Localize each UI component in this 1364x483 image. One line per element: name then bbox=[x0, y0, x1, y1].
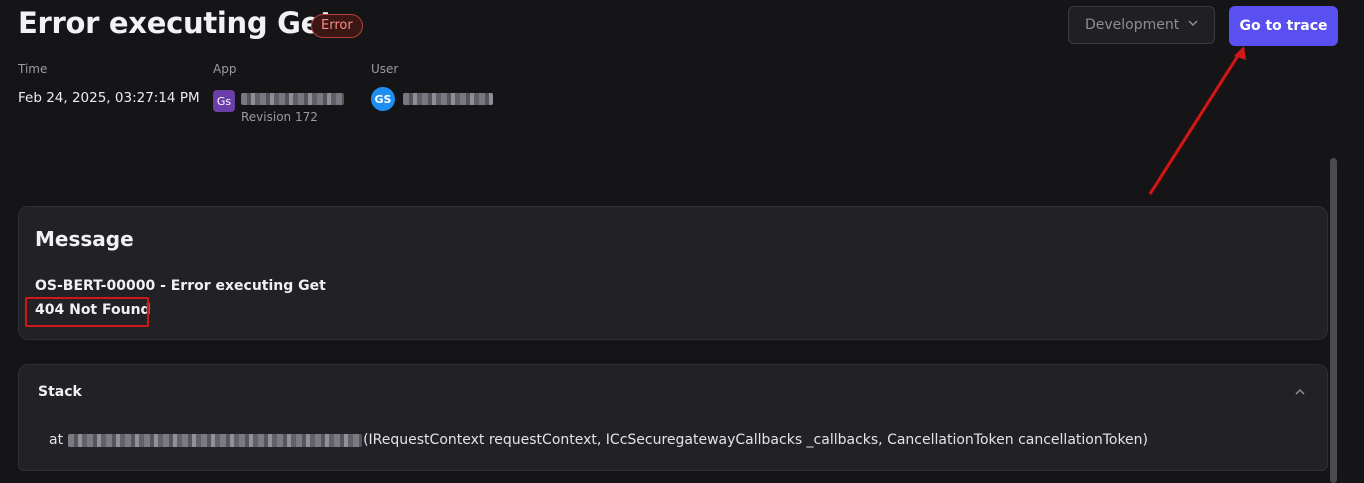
user-avatar: GS bbox=[371, 87, 395, 111]
message-card: Message OS-BERT-00000 - Error executing … bbox=[18, 206, 1328, 340]
message-text-line1: OS-BERT-00000 - Error executing Get bbox=[35, 278, 326, 294]
environment-value: Development bbox=[1085, 17, 1180, 33]
message-heading: Message bbox=[35, 227, 134, 251]
environment-dropdown[interactable]: Development bbox=[1068, 6, 1215, 44]
stack-card: Stack at (IRequestContext requestContext… bbox=[18, 364, 1328, 471]
stack-method-redacted bbox=[68, 433, 363, 447]
page-title: Error executing Get bbox=[18, 6, 334, 40]
time-value: Feb 24, 2025, 03:27:14 PM bbox=[18, 90, 200, 106]
stack-heading: Stack bbox=[38, 384, 82, 400]
chevron-up-icon[interactable] bbox=[1293, 385, 1307, 399]
user-name-redacted[interactable] bbox=[403, 93, 493, 105]
user-label: User bbox=[371, 62, 399, 76]
chevron-down-icon bbox=[1188, 20, 1198, 27]
time-label: Time bbox=[18, 62, 48, 76]
app-label: App bbox=[213, 62, 237, 76]
stack-trace-line: at (IRequestContext requestContext, ICcS… bbox=[49, 432, 1148, 448]
app-name-redacted[interactable] bbox=[241, 93, 344, 105]
go-to-trace-button[interactable]: Go to trace bbox=[1229, 6, 1338, 46]
scrollbar[interactable] bbox=[1330, 158, 1337, 483]
app-revision: Revision 172 bbox=[241, 110, 318, 124]
app-avatar: Gs bbox=[213, 90, 235, 112]
annotation-highlight-box bbox=[25, 297, 149, 327]
stack-signature: (IRequestContext requestContext, ICcSecu… bbox=[363, 432, 1149, 448]
status-badge: Error bbox=[311, 14, 363, 38]
stack-prefix: at bbox=[49, 432, 64, 448]
